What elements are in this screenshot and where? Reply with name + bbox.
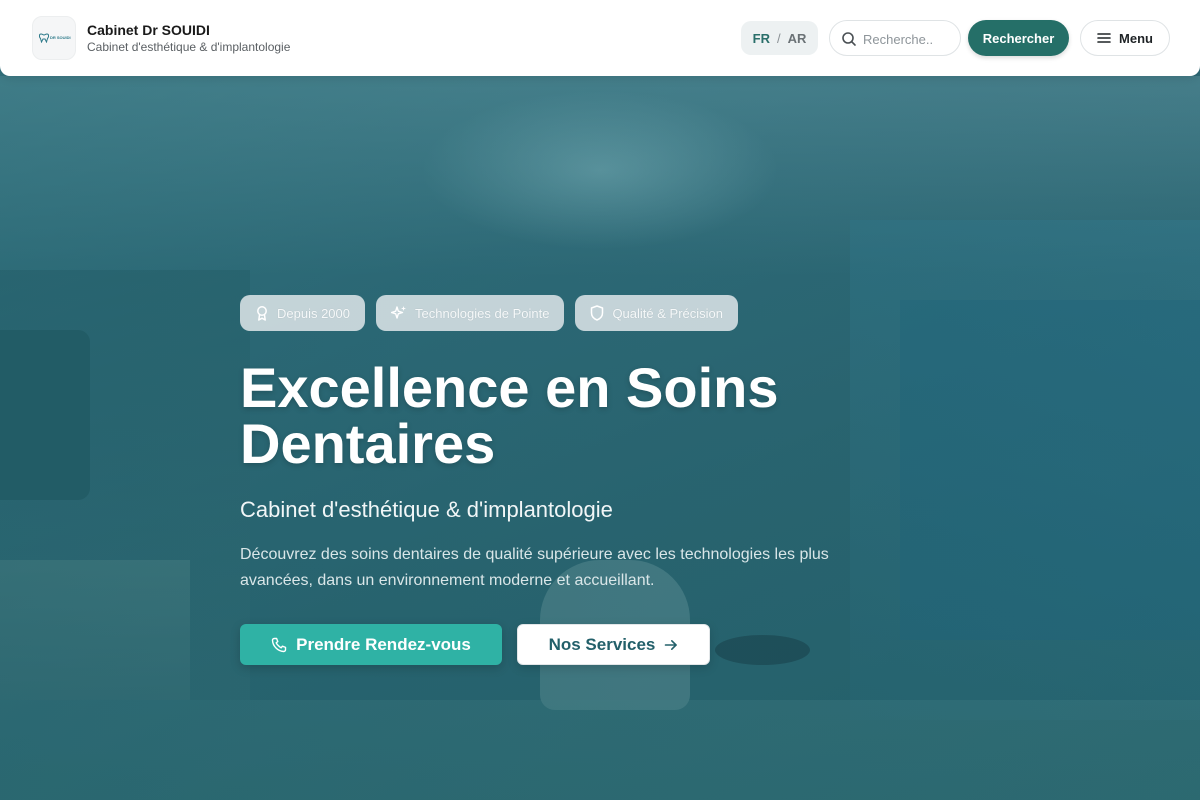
logo-text: DR SOUIDI (50, 35, 71, 40)
site-header: DR SOUIDI Cabinet Dr SOUIDI Cabinet d'es… (0, 0, 1200, 76)
shield-icon (591, 305, 604, 321)
lang-ar-option[interactable]: AR (788, 31, 807, 46)
hero-badges: Depuis 2000 Technologies de Pointe Quali… (240, 295, 738, 331)
tooth-icon (39, 33, 49, 43)
search-field (829, 20, 961, 56)
search-icon (842, 32, 856, 46)
badge-label: Technologies de Pointe (415, 305, 550, 321)
badge-technology: Technologies de Pointe (376, 295, 565, 331)
badge-label: Qualité & Précision (612, 305, 723, 321)
hero-title-line2: Dentaires (240, 412, 496, 475)
search-input[interactable] (863, 29, 955, 49)
badge-since: Depuis 2000 (240, 295, 365, 331)
services-label: Nos Services (548, 634, 656, 654)
arrow-right-icon (665, 639, 678, 650)
lang-separator: / (776, 30, 781, 46)
hero-title-line1: Excellence en Soins (240, 356, 779, 419)
logo[interactable]: DR SOUIDI (32, 16, 76, 60)
brand-title[interactable]: Cabinet Dr SOUIDI (87, 22, 210, 38)
sparkles-icon (391, 306, 406, 319)
menu-label: Menu (1119, 30, 1153, 46)
badge-label: Depuis 2000 (277, 305, 350, 321)
book-appointment-button[interactable]: Prendre Rendez-vous (240, 624, 502, 665)
hamburger-icon (1097, 33, 1111, 43)
hero-description: Découvrez des soins dentaires de qualité… (240, 546, 829, 589)
brand-subtitle: Cabinet d'esthétique & d'implantologie (87, 40, 291, 54)
language-switcher: FR / AR (741, 21, 818, 55)
menu-button[interactable]: Menu (1080, 20, 1170, 56)
services-button[interactable]: Nos Services (517, 624, 710, 665)
hero-title: Excellence en Soins Dentaires (240, 360, 880, 472)
hero-subtitle: Cabinet d'esthétique & d'implantologie (240, 497, 613, 522)
award-icon (257, 306, 267, 321)
book-appointment-label: Prendre Rendez-vous (296, 634, 471, 654)
phone-icon (271, 637, 287, 652)
search-button[interactable]: Rechercher (968, 20, 1069, 56)
lang-fr-option[interactable]: FR (753, 31, 770, 46)
badge-quality: Qualité & Précision (575, 295, 738, 331)
